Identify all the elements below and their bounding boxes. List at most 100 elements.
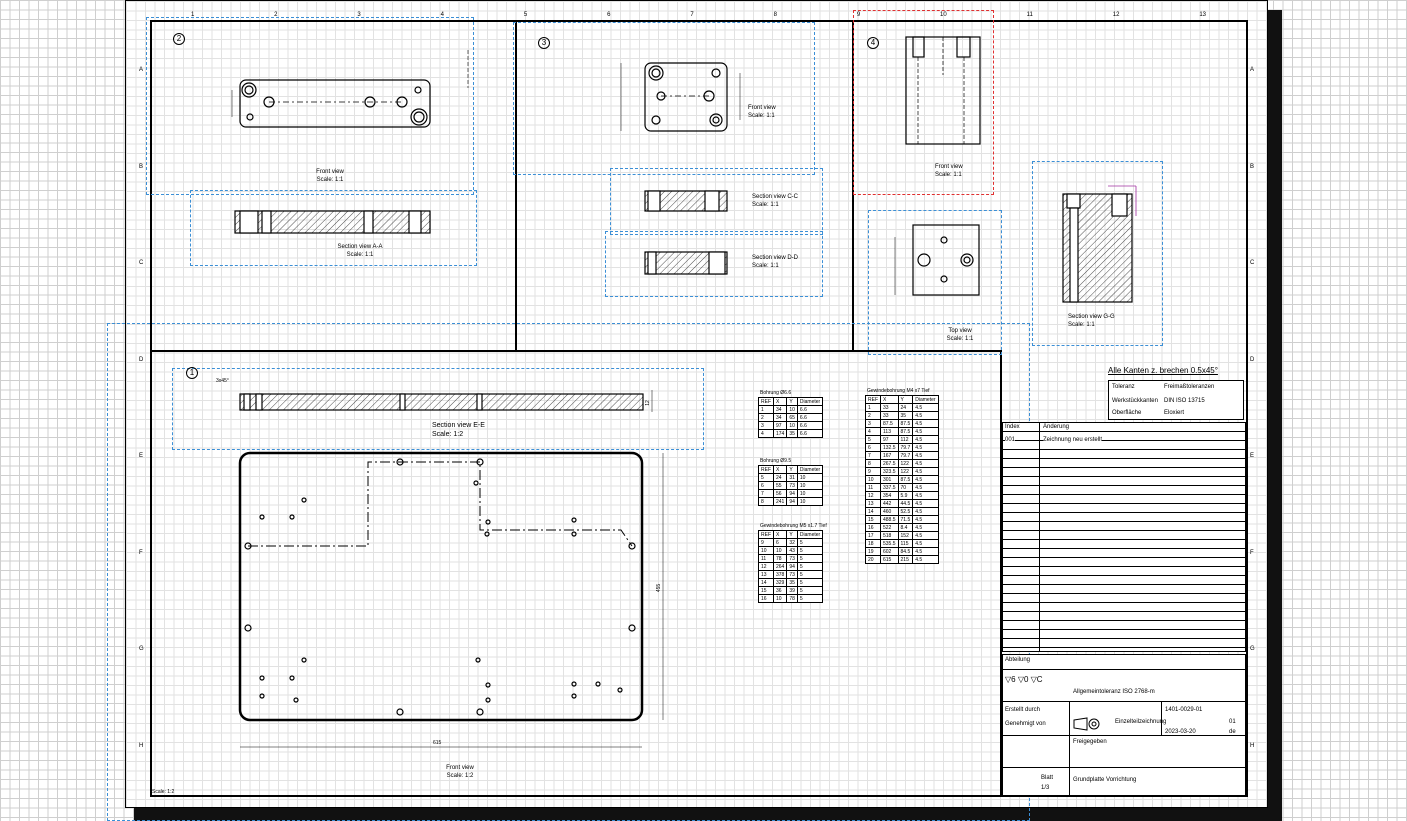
- table-cell: 241: [772, 497, 788, 506]
- approved-by-label: Genehmigt von: [1005, 721, 1046, 727]
- table-row: 13 442 44.5 4.5: [865, 499, 939, 508]
- table-cell: Diameter: [796, 397, 824, 406]
- table-cell: 12: [758, 562, 774, 571]
- revision-table: Index Änderung 001 Zeichnung neu erstell…: [1002, 422, 1246, 652]
- dim-thickness: 12: [644, 400, 651, 406]
- table-cell: 4.5: [912, 507, 939, 516]
- table-cell: 10: [758, 546, 774, 555]
- table-cell: 3: [865, 419, 881, 428]
- table-cell: 4: [758, 429, 774, 438]
- table-cell: X: [880, 395, 899, 404]
- table-cell: 5: [796, 538, 824, 547]
- table-cell: 35: [786, 429, 798, 438]
- table-cell: 535.5: [880, 539, 899, 548]
- table-cell: 4.5: [912, 531, 939, 540]
- part-3-section-d: [644, 251, 728, 275]
- part-name: Grundplatte Vorrichtung: [1073, 777, 1137, 783]
- rev-col-divider: [1039, 423, 1040, 651]
- table-cell: 97: [772, 421, 788, 430]
- surface-label: Oberfläche: [1112, 410, 1142, 416]
- table-cell: X: [772, 530, 788, 539]
- table-cell: 5: [758, 473, 774, 482]
- table-cell: 44.5: [897, 499, 914, 508]
- view-1-front-label: Front view Scale: 1:2: [446, 765, 474, 779]
- table-cell: 10: [796, 497, 824, 506]
- table-cell: Diameter: [796, 465, 824, 474]
- table-row: 13 378 73 5: [758, 570, 824, 579]
- table-cell: 354: [880, 491, 899, 500]
- table-cell: 5: [796, 546, 824, 555]
- table-cell: 94: [786, 562, 798, 571]
- table-cell: 10: [796, 489, 824, 498]
- table-cell: 4.5: [912, 547, 939, 556]
- rev-value: 01: [1229, 719, 1236, 725]
- table-row: REF X Y Diameter: [758, 465, 824, 474]
- table-row: 1 33 24 4.5: [865, 403, 939, 412]
- rev-header-change: Änderung: [1043, 424, 1070, 430]
- table-cell: 4.5: [912, 403, 939, 412]
- rev-row-text: Zeichnung neu erstellt: [1043, 437, 1103, 443]
- table-cell: 6.6: [796, 405, 824, 414]
- table-cell: 10: [786, 421, 798, 430]
- table-cell: 152: [897, 531, 914, 540]
- table-row: 2 33 35 4.5: [865, 411, 939, 420]
- table-cell: 115: [897, 539, 914, 548]
- table-cell: 329: [772, 578, 788, 587]
- title-block: Alle Kanten z. brechen 0.5x45° Toleranz …: [1002, 352, 1246, 797]
- table-cell: 337.5: [880, 483, 899, 492]
- table-cell: Y: [786, 465, 798, 474]
- table-cell: 16: [865, 523, 881, 532]
- part-2-front-view: [231, 50, 469, 128]
- table-cell: 56: [772, 489, 788, 498]
- table-cell: 5: [796, 562, 824, 571]
- table-4-title: Gewindebohrung M4 x7 Tief: [867, 388, 930, 394]
- table-cell: 4.5: [912, 435, 939, 444]
- table-row: 12 264 94 5: [758, 562, 824, 571]
- table-cell: 11: [758, 554, 774, 563]
- view-4-front-label: Front view Scale: 1:1: [935, 164, 963, 178]
- table-row: 20 615 215 4.5: [865, 555, 939, 564]
- table-cell: 10: [772, 546, 788, 555]
- table-cell: Y: [786, 397, 798, 406]
- state-value: Freigegeben: [1073, 739, 1107, 745]
- view-2-section-label: Section view A-A Scale: 1:1: [337, 244, 383, 258]
- hole-table-3: REF X Y Diameter 9 6 32 5 10 10 43 5 11 78 73 5 12 26…: [758, 530, 824, 603]
- table-cell: 35: [786, 578, 798, 587]
- table-cell: 43: [786, 546, 798, 555]
- table-cell: X: [772, 397, 788, 406]
- view-2-front-label: Front view Scale: 1:1: [316, 169, 344, 183]
- table-cell: 71.5: [897, 515, 914, 524]
- table-row: 9 6 32 5: [758, 538, 824, 547]
- table-cell: 4.5: [912, 467, 939, 476]
- table-cell: 4.5: [912, 443, 939, 452]
- table-cell: 8: [865, 459, 881, 468]
- tolerance-label: Toleranz: [1112, 384, 1135, 390]
- table-cell: 7: [758, 489, 774, 498]
- table-cell: 3: [758, 421, 774, 430]
- table-row: REF X Y Diameter: [758, 397, 824, 406]
- hole-table-4: REF X Y Diameter 1 33 24 4.5 2 33 35 4.5 3 87.5 87.…: [865, 395, 939, 564]
- table-cell: 24: [897, 403, 914, 412]
- table-row: 18 535.5 115 4.5: [865, 539, 939, 548]
- doc-type: Einzelteilzeichnung: [1115, 719, 1167, 725]
- table-cell: 9: [865, 467, 881, 476]
- table-cell: 4.5: [912, 491, 939, 500]
- table-cell: 11: [865, 483, 881, 492]
- table-cell: 122: [897, 467, 914, 476]
- table-3-title: Gewindebohrung M5 x1.7 Tief: [760, 523, 827, 529]
- table-row: 15 36 39 5: [758, 586, 824, 595]
- table-cell: 6: [772, 538, 788, 547]
- table-cell: 73: [786, 481, 798, 490]
- table-row: 17 518 152 4.5: [865, 531, 939, 540]
- table-cell: 5: [796, 594, 824, 603]
- table-cell: 84.5: [897, 547, 914, 556]
- table-cell: 5: [796, 554, 824, 563]
- table-cell: Diameter: [796, 530, 824, 539]
- table-cell: 4.5: [912, 483, 939, 492]
- table-cell: 7: [865, 451, 881, 460]
- table-cell: 323.5: [880, 467, 899, 476]
- table-cell: REF: [865, 395, 881, 404]
- table-cell: 522: [880, 523, 899, 532]
- table-cell: 20: [865, 555, 881, 564]
- table-cell: 15: [758, 586, 774, 595]
